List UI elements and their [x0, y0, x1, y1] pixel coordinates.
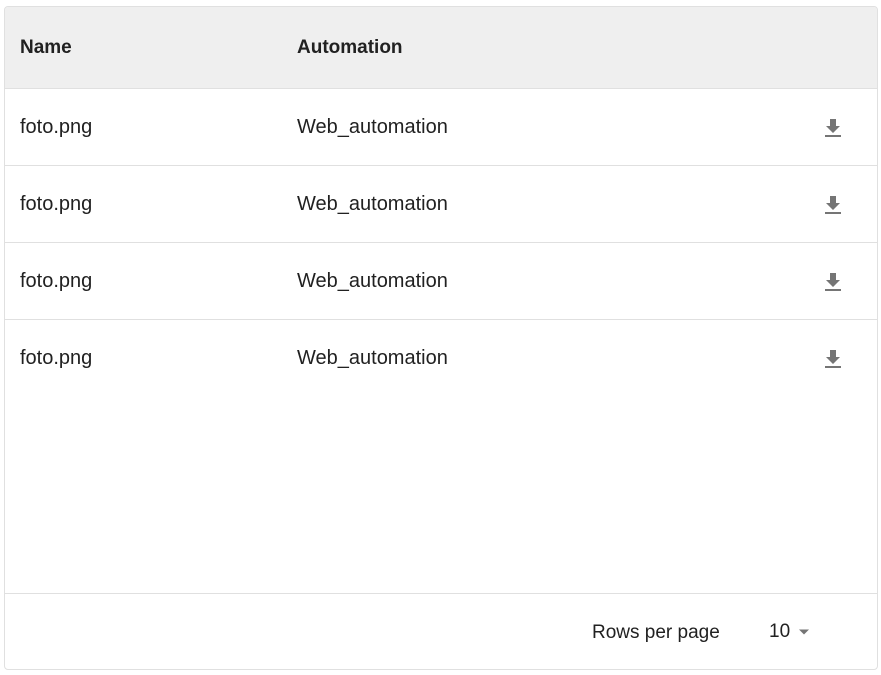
download-button[interactable] [815, 191, 851, 219]
rows-per-page-value: 10 [769, 621, 791, 642]
table-header: Name Automation [5, 7, 877, 89]
download-button[interactable] [815, 268, 851, 296]
cell-file-name: foto.png [20, 270, 93, 292]
cell-automation: Web_automation [297, 193, 448, 215]
column-header-name[interactable]: Name [20, 7, 72, 89]
download-icon [825, 119, 841, 137]
table-pagination-footer: Rows per page 10 [5, 593, 877, 669]
caret-down-icon [799, 629, 810, 635]
download-button[interactable] [815, 114, 851, 142]
cell-file-name: foto.png [20, 193, 93, 215]
download-icon [825, 350, 841, 368]
cell-automation: Web_automation [297, 270, 448, 292]
rows-per-page-select[interactable]: 10 [769, 618, 810, 646]
download-icon [825, 196, 841, 214]
rows-per-page-label: Rows per page [592, 622, 720, 643]
download-button[interactable] [815, 345, 851, 373]
column-header-automation[interactable]: Automation [297, 7, 403, 89]
table-row: foto.png Web_automation [5, 89, 877, 166]
table-row: foto.png Web_automation [5, 166, 877, 243]
cell-automation: Web_automation [297, 347, 448, 369]
file-table-card: Name Automation foto.png Web_automation … [4, 6, 878, 670]
cell-automation: Web_automation [297, 116, 448, 138]
table-row: foto.png Web_automation [5, 320, 877, 397]
table-row: foto.png Web_automation [5, 243, 877, 320]
cell-file-name: foto.png [20, 116, 93, 138]
cell-file-name: foto.png [20, 347, 93, 369]
download-icon [825, 273, 841, 291]
